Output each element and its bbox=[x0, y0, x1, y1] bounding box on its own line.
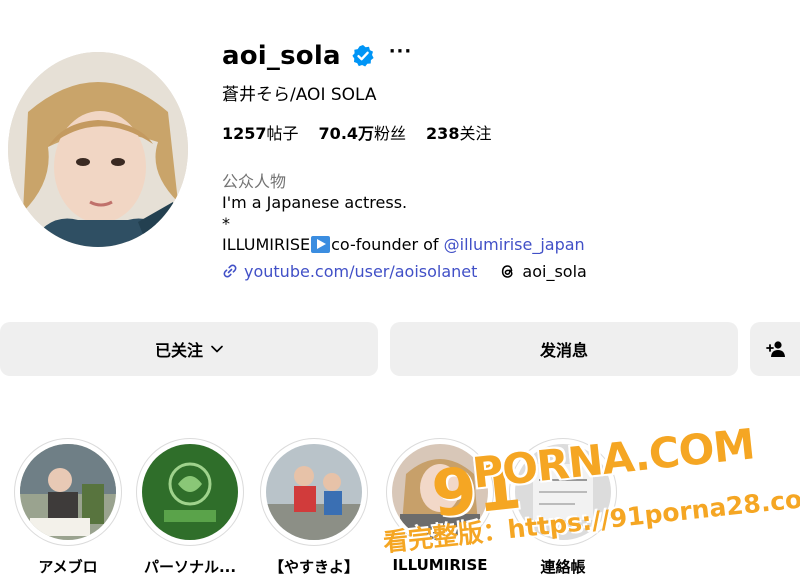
bio-mention-link[interactable]: @illumirise_japan bbox=[444, 235, 585, 254]
name-row: aoi_sola ··· bbox=[222, 36, 782, 76]
play-button-emoji-icon bbox=[311, 236, 331, 253]
bio-line-1: I'm a Japanese actress. bbox=[222, 193, 408, 212]
following-count[interactable]: 238关注 bbox=[426, 120, 491, 144]
username: aoi_sola bbox=[222, 41, 341, 71]
highlight-label: パーソナル... bbox=[143, 558, 237, 576]
highlight-cover bbox=[20, 444, 116, 540]
threads-icon bbox=[502, 264, 513, 278]
link-icon bbox=[223, 264, 237, 278]
external-link[interactable]: youtube.com/user/aoisolanet bbox=[222, 262, 477, 281]
story-highlights: アメブロ パーソナル... 【やすきよ】 ILLUMIRISE 連絡帳 bbox=[0, 438, 800, 586]
profile-bio: I'm a Japanese actress. * ILLUMIRISE co-f… bbox=[222, 192, 782, 255]
highlight-item[interactable]: パーソナル... bbox=[130, 438, 250, 577]
verified-badge-icon bbox=[352, 45, 374, 67]
highlight-item[interactable]: アメブロ bbox=[8, 438, 128, 577]
posts-count[interactable]: 1257帖子 bbox=[222, 120, 299, 144]
more-options-button[interactable]: ··· bbox=[389, 43, 413, 69]
highlight-label: ILLUMIRISE bbox=[392, 556, 488, 574]
bio-line-3: ILLUMIRISE co-founder of @illumirise_japa… bbox=[222, 235, 585, 254]
message-button[interactable]: 发消息 bbox=[390, 322, 738, 376]
following-button[interactable]: 已关注 bbox=[0, 322, 378, 376]
followers-count[interactable]: 70.4万粉丝 bbox=[319, 120, 407, 144]
suggest-accounts-button[interactable] bbox=[750, 322, 800, 376]
highlight-cover bbox=[266, 444, 362, 540]
profile-info: aoi_sola ··· 蒼井そら/AOI SOLA 1257帖子 70.4万粉… bbox=[222, 36, 782, 283]
chevron-down-icon bbox=[211, 345, 223, 353]
add-person-icon bbox=[766, 341, 785, 357]
highlight-label: 連絡帳 bbox=[540, 558, 586, 576]
highlight-cover bbox=[392, 444, 488, 540]
highlight-label: 【やすきよ】 bbox=[268, 558, 359, 576]
threads-link[interactable]: aoi_sola bbox=[499, 262, 587, 281]
highlight-cover bbox=[515, 444, 611, 540]
profile-avatar[interactable] bbox=[8, 52, 188, 247]
highlight-item[interactable]: 【やすきよ】 bbox=[254, 438, 374, 577]
highlight-item[interactable]: 連絡帳 bbox=[503, 438, 623, 577]
profile-category: 公众人物 bbox=[222, 172, 287, 191]
profile-links: youtube.com/user/aoisolanet aoi_sola bbox=[222, 259, 782, 283]
bio-line-2: * bbox=[222, 214, 230, 233]
avatar-photo bbox=[8, 52, 188, 247]
profile-stats: 1257帖子 70.4万粉丝 238关注 bbox=[222, 120, 782, 144]
highlight-item[interactable]: ILLUMIRISE bbox=[380, 438, 500, 574]
highlight-label: アメブロ bbox=[38, 558, 98, 576]
highlight-cover bbox=[142, 444, 238, 540]
full-name: 蒼井そら/AOI SOLA bbox=[222, 85, 377, 105]
